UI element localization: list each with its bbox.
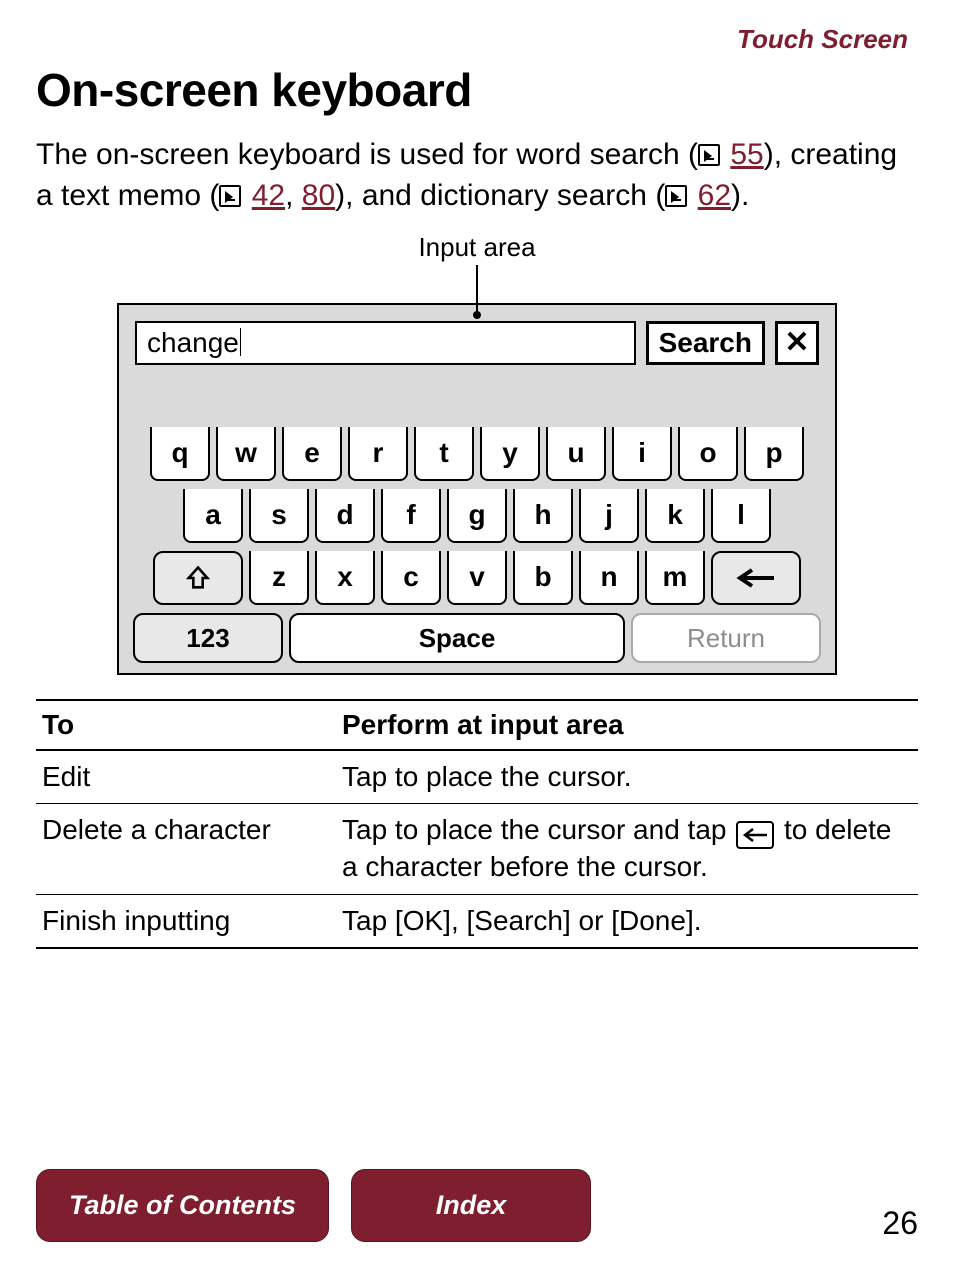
intro-text: The on-screen keyboard is used for word … (36, 138, 698, 171)
page-ref-icon (698, 144, 720, 166)
intro-text: ). (731, 179, 749, 212)
key-m[interactable]: m (645, 551, 705, 605)
key-h[interactable]: h (513, 489, 573, 543)
key-a[interactable]: a (183, 489, 243, 543)
key-d[interactable]: d (315, 489, 375, 543)
table-row: Delete a character Tap to place the curs… (36, 804, 918, 894)
key-o[interactable]: o (678, 427, 738, 481)
page-link-55[interactable]: 55 (730, 138, 763, 171)
intro-text: , (285, 179, 302, 212)
keyboard-row: asdfghjkl (133, 489, 821, 543)
key-q[interactable]: q (150, 427, 210, 481)
table-cell: Delete a character (36, 804, 336, 894)
backspace-icon (734, 568, 778, 588)
intro-text: ), and dictionary search ( (335, 179, 665, 212)
page-number: 26 (882, 1205, 918, 1242)
key-e[interactable]: e (282, 427, 342, 481)
key-x[interactable]: x (315, 551, 375, 605)
table-text: Tap to place the cursor and tap (342, 814, 734, 845)
keyboard-search-button[interactable]: Search (646, 321, 765, 365)
keyboard-close-button[interactable]: ✕ (775, 321, 819, 365)
table-cell: Finish inputting (36, 894, 336, 948)
key-s[interactable]: s (249, 489, 309, 543)
key-f[interactable]: f (381, 489, 441, 543)
key-y[interactable]: y (480, 427, 540, 481)
shift-icon (184, 564, 212, 592)
key-v[interactable]: v (447, 551, 507, 605)
keyboard-row: zxcvbnm (133, 551, 821, 605)
page-link-62[interactable]: 62 (698, 179, 731, 212)
key-n[interactable]: n (579, 551, 639, 605)
key-i[interactable]: i (612, 427, 672, 481)
index-button[interactable]: Index (351, 1169, 591, 1242)
page-link-80[interactable]: 80 (302, 179, 335, 212)
intro-paragraph: The on-screen keyboard is used for word … (36, 135, 918, 216)
space-key[interactable]: Space (289, 613, 625, 663)
keyboard-input-value: change (147, 327, 239, 358)
key-b[interactable]: b (513, 551, 573, 605)
table-cell: Edit (36, 750, 336, 804)
table-cell: Tap to place the cursor. (336, 750, 918, 804)
callout: Input area (36, 232, 918, 313)
table-header: To (36, 700, 336, 750)
callout-label: Input area (418, 232, 535, 263)
table-cell: Tap to place the cursor and tap to delet… (336, 804, 918, 894)
keyboard-figure: change Search ✕ qwertyuiop asdfghjkl zxc… (117, 303, 837, 675)
key-r[interactable]: r (348, 427, 408, 481)
actions-table: To Perform at input area Edit Tap to pla… (36, 699, 918, 949)
key-u[interactable]: u (546, 427, 606, 481)
key-t[interactable]: t (414, 427, 474, 481)
key-c[interactable]: c (381, 551, 441, 605)
table-cell: Tap [OK], [Search] or [Done]. (336, 894, 918, 948)
key-p[interactable]: p (744, 427, 804, 481)
backspace-key[interactable] (711, 551, 801, 605)
key-j[interactable]: j (579, 489, 639, 543)
section-label: Touch Screen (36, 24, 908, 55)
page-ref-icon (219, 185, 241, 207)
mode-123-key[interactable]: 123 (133, 613, 283, 663)
key-z[interactable]: z (249, 551, 309, 605)
key-g[interactable]: g (447, 489, 507, 543)
return-key[interactable]: Return (631, 613, 821, 663)
key-k[interactable]: k (645, 489, 705, 543)
key-l[interactable]: l (711, 489, 771, 543)
page-title: On-screen keyboard (36, 63, 918, 117)
keyboard-row: qwertyuiop (133, 427, 821, 481)
shift-key[interactable] (153, 551, 243, 605)
table-row: Finish inputting Tap [OK], [Search] or [… (36, 894, 918, 948)
callout-pointer (476, 265, 478, 313)
toc-button[interactable]: Table of Contents (36, 1169, 329, 1242)
table-header: Perform at input area (336, 700, 918, 750)
table-row: Edit Tap to place the cursor. (36, 750, 918, 804)
page-ref-icon (665, 185, 687, 207)
backspace-icon-inline (736, 821, 774, 849)
keyboard-input-area[interactable]: change (135, 321, 636, 365)
page-link-42[interactable]: 42 (252, 179, 285, 212)
text-cursor (240, 328, 241, 356)
key-w[interactable]: w (216, 427, 276, 481)
